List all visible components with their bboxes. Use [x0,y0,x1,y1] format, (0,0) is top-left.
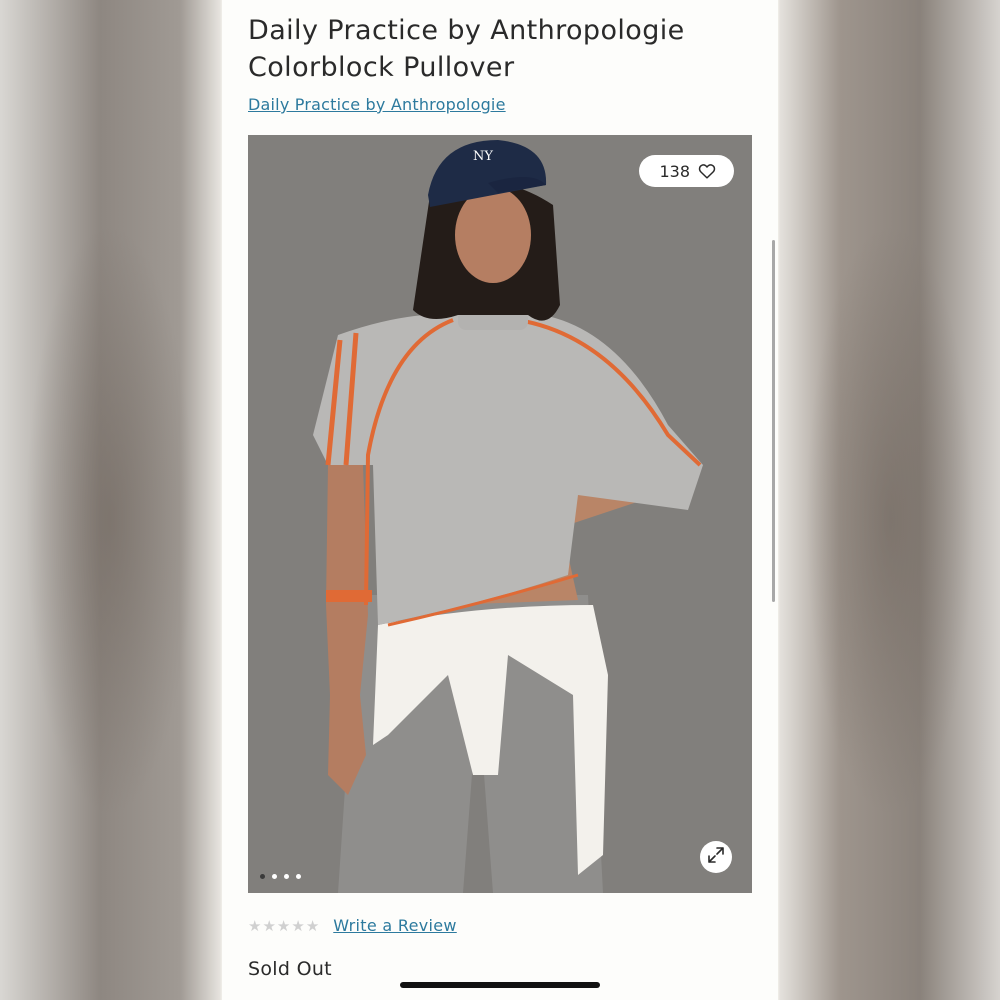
star-icon: ★ [248,916,262,935]
product-title-line2: Colorblock Pullover [248,52,515,83]
cap-logo: NY [473,149,493,164]
carousel-dot[interactable] [284,874,289,879]
star-rating: ★ ★ ★ ★ ★ [248,917,319,935]
like-button[interactable]: 138 [639,155,734,187]
expand-button[interactable] [700,841,732,873]
like-count: 138 [659,161,690,181]
star-icon: ★ [276,916,291,935]
home-indicator[interactable] [400,982,600,988]
availability-status: Sold Out [248,958,332,980]
carousel-dot[interactable] [260,874,265,879]
product-title: Daily Practice by Anthropologie Colorblo… [248,12,748,86]
brand-link[interactable]: Daily Practice by Anthropologie [248,95,506,114]
carousel-dot[interactable] [272,874,277,879]
star-icon: ★ [305,916,320,935]
scrollbar[interactable] [772,240,775,602]
rating-row: ★ ★ ★ ★ ★ Write a Review [248,916,457,935]
heart-icon [698,163,716,179]
product-image[interactable]: NY 138 [248,135,752,893]
star-icon: ★ [291,916,305,935]
carousel-dots [260,874,301,879]
product-photo-illustration: NY [248,135,752,893]
product-title-line1: Daily Practice by Anthropologie [248,15,685,46]
star-icon: ★ [262,916,276,935]
write-review-link[interactable]: Write a Review [333,916,457,935]
phone-screen: Daily Practice by Anthropologie Colorblo… [222,0,778,1000]
carousel-dot[interactable] [296,874,301,879]
expand-icon [707,846,725,868]
